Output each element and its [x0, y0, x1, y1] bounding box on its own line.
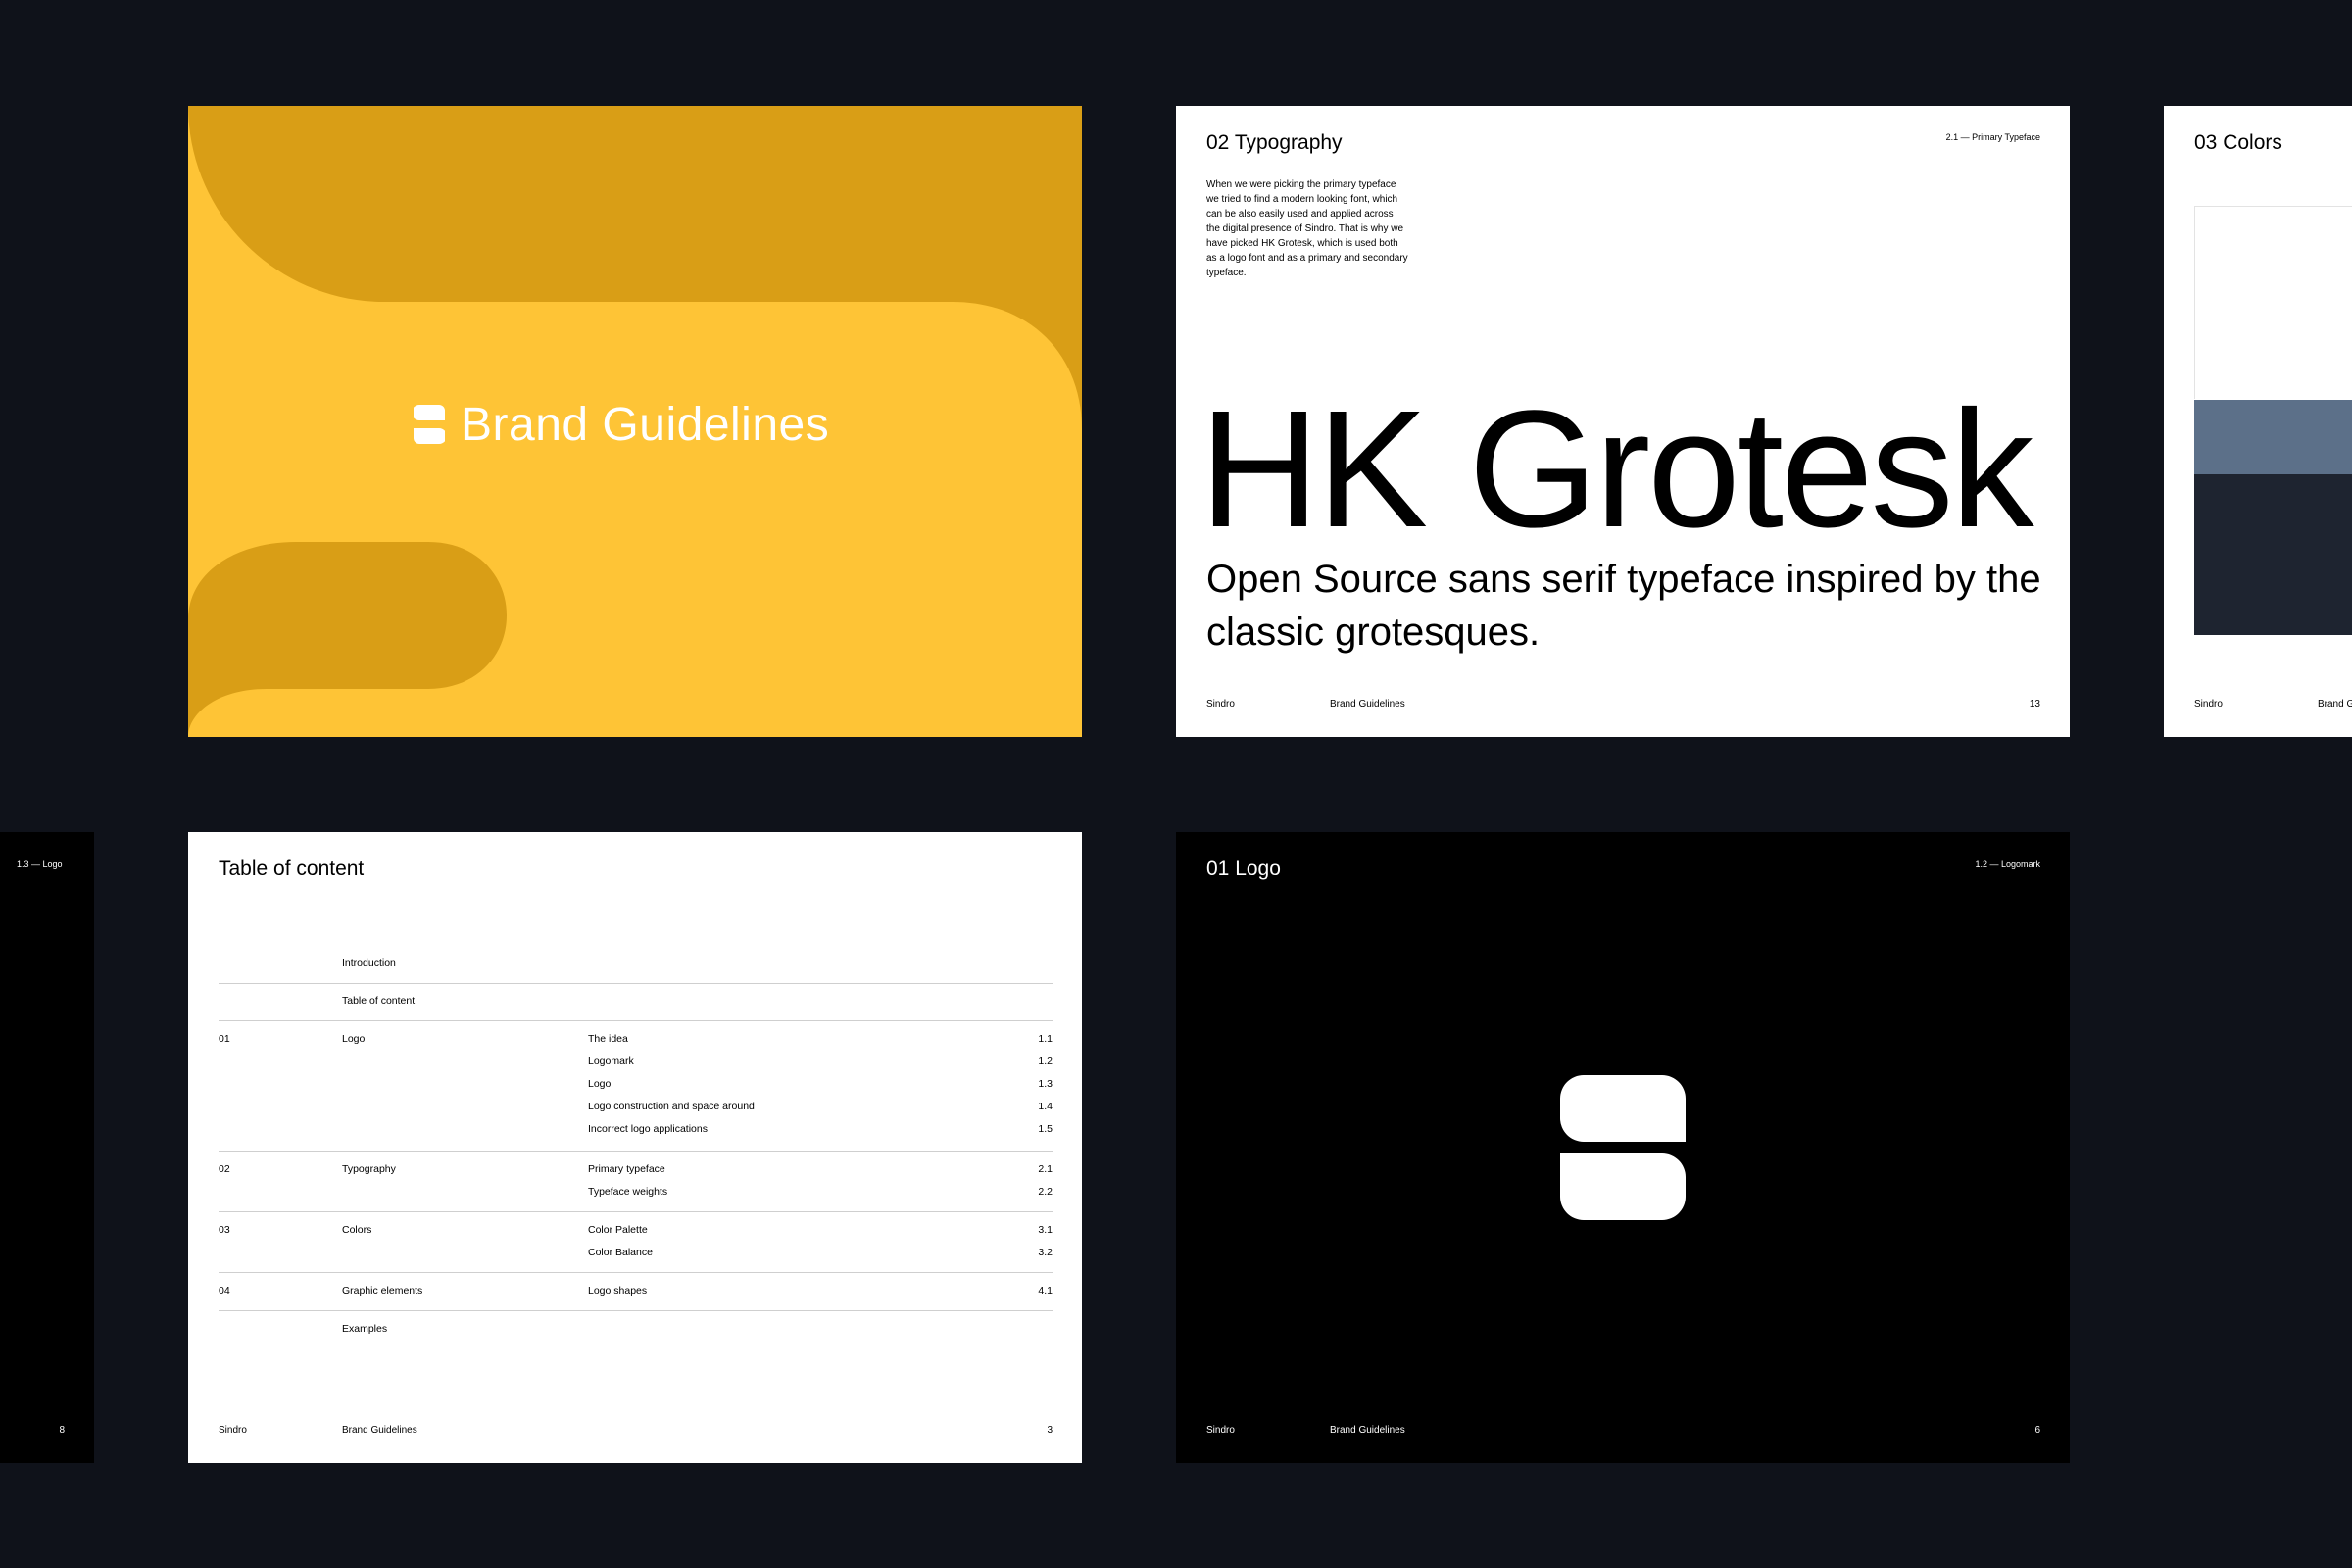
divider: [219, 983, 1053, 984]
footer-brand: Sindro: [1206, 699, 1235, 710]
item-label: Logo shapes: [588, 1285, 648, 1297]
slide-heading: 02 Typography: [1206, 131, 1343, 154]
section-name: Typography: [342, 1163, 396, 1175]
footer-doc: Brand G: [2318, 699, 2352, 710]
divider: [219, 1310, 1053, 1311]
section-name: Graphic elements: [342, 1285, 423, 1297]
body-line: the digital presence of Sindro. That is …: [1206, 223, 1404, 234]
footer-brand: Sindro: [2194, 699, 2223, 710]
section-name: Colors: [342, 1224, 372, 1236]
sindro-logo-icon: [414, 405, 445, 444]
body-line: as a logo font and as a primary and seco…: [1206, 253, 1408, 264]
toc-label: Table of content: [342, 995, 416, 1006]
slide-heading: 01 Logo: [1206, 858, 1281, 880]
item-label: Logomark: [588, 1055, 634, 1067]
footer-brand: Sindro: [219, 1425, 247, 1436]
item-label: Typeface weights: [588, 1186, 668, 1198]
toc-label: Introduction: [342, 957, 396, 969]
logo-slide-cropped: 1.3 — Logo 8: [0, 832, 94, 1463]
color-swatch-dark: [2194, 474, 2352, 635]
body-line: we tried to find a modern looking font, …: [1206, 194, 1398, 205]
body-text: When we were picking the primary typefac…: [1206, 177, 1432, 280]
item-ref: 1.1: [1038, 1033, 1053, 1045]
breadcrumb: 2.1 — Primary Typeface: [1945, 132, 2040, 142]
cover-title: Brand Guidelines: [414, 390, 829, 459]
toc-slide: Table of content Introduction Table of c…: [188, 832, 1082, 1463]
footer-brand: Sindro: [1206, 1425, 1235, 1436]
slide-heading: 03 Colors: [2194, 131, 2282, 154]
toc-label: Examples: [342, 1323, 388, 1335]
divider: [219, 1020, 1053, 1021]
footer-doc: Brand Guidelines: [1330, 699, 1405, 710]
item-ref: 1.3: [1038, 1078, 1053, 1090]
page-number: 13: [2029, 699, 2040, 710]
body-line: have picked HK Grotesk, which is used bo…: [1206, 238, 1398, 249]
item-label: Logo: [588, 1078, 612, 1090]
typography-slide: 02 Typography 2.1 — Primary Typeface Whe…: [1176, 106, 2070, 737]
item-label: Color Palette: [588, 1224, 648, 1236]
breadcrumb: 1.2 — Logomark: [1975, 859, 2040, 869]
section-number: 04: [219, 1285, 230, 1297]
page-number: 3: [1047, 1425, 1053, 1436]
section-number: 01: [219, 1033, 230, 1045]
item-ref: 3.1: [1038, 1224, 1053, 1236]
typeface-subline: Open Source sans serif typeface inspired…: [1206, 558, 2041, 654]
footer-doc: Brand Guidelines: [1330, 1425, 1405, 1436]
section-number: 03: [219, 1224, 230, 1236]
color-swatch-white: [2194, 206, 2352, 399]
item-label: Color Balance: [588, 1247, 653, 1258]
body-line: can be also easily used and applied acro…: [1206, 209, 1394, 220]
body-line: typeface.: [1206, 268, 1247, 278]
item-label: Logo construction and space around: [588, 1101, 755, 1112]
typeface-display: HK Grotesk: [1200, 376, 2034, 563]
item-label: Primary typeface: [588, 1163, 665, 1175]
cover-slide: Brand Guidelines: [188, 106, 1082, 737]
item-ref: 4.1: [1038, 1285, 1053, 1297]
item-ref: 1.5: [1038, 1123, 1053, 1135]
divider: [219, 1151, 1053, 1152]
footer-doc: Brand Guidelines: [342, 1425, 417, 1436]
item-ref: 2.2: [1038, 1186, 1053, 1198]
sindro-logomark-icon: [1560, 1075, 1686, 1220]
item-ref: 2.1: [1038, 1163, 1053, 1175]
divider: [219, 1272, 1053, 1273]
section-name: Logo: [342, 1033, 366, 1045]
item-label: Incorrect logo applications: [588, 1123, 708, 1135]
item-label: The idea: [588, 1033, 628, 1045]
divider: [219, 1211, 1053, 1212]
page-number: 6: [2034, 1425, 2040, 1436]
item-ref: 1.4: [1038, 1101, 1053, 1112]
item-ref: 1.2: [1038, 1055, 1053, 1067]
section-number: 02: [219, 1163, 230, 1175]
cover-title-text: Brand Guidelines: [461, 398, 830, 451]
breadcrumb: 1.3 — Logo: [17, 859, 63, 869]
page-number: 8: [59, 1425, 65, 1436]
body-line: When we were picking the primary typefac…: [1206, 179, 1396, 190]
item-ref: 3.2: [1038, 1247, 1053, 1258]
logo-slide: 01 Logo 1.2 — Logomark Sindro Brand Guid…: [1176, 832, 2070, 1463]
colors-slide: 03 Colors Sindro Brand G: [2164, 106, 2352, 737]
slide-heading: Table of content: [219, 858, 365, 880]
color-swatch-slate: [2194, 400, 2352, 474]
